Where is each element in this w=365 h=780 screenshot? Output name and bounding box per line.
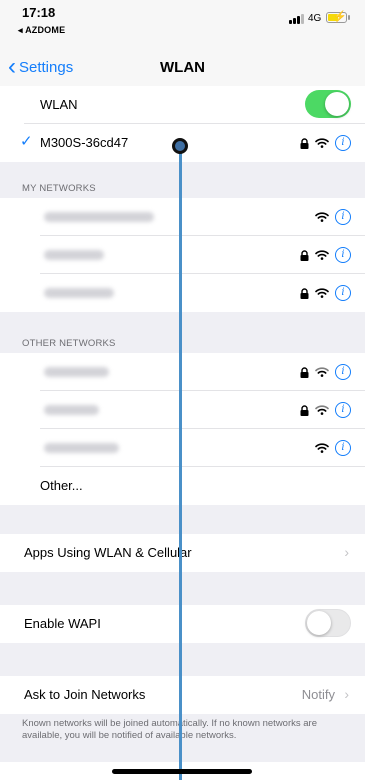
other-networks-header: OTHER NETWORKS <box>22 338 116 349</box>
wifi-icon <box>315 212 329 222</box>
ask-to-join-label: Ask to Join Networks <box>24 687 146 702</box>
info-icon[interactable]: i <box>335 209 351 225</box>
network-name-redacted <box>44 443 119 453</box>
network-type: 4G <box>308 13 322 24</box>
lock-icon <box>300 366 309 378</box>
pointer-dot <box>172 138 188 154</box>
other-networks-list: i i i Other... <box>0 353 365 505</box>
other-network-row[interactable]: Other... <box>0 467 365 505</box>
info-icon[interactable]: i <box>335 285 351 301</box>
enable-wapi-label: Enable WAPI <box>24 616 101 631</box>
status-bar: 17:18 ◂ AZDOME 4G ⚡ <box>0 0 365 44</box>
info-icon[interactable]: i <box>335 135 351 151</box>
wlan-toggle-row: WLAN <box>0 86 365 124</box>
info-icon[interactable]: i <box>335 440 351 456</box>
pointer-line <box>179 145 182 780</box>
connected-network-name: M300S-36cd47 <box>40 135 129 150</box>
apps-using-wlan-row[interactable]: Apps Using WLAN & Cellular › <box>0 534 365 572</box>
network-row[interactable]: i <box>0 198 365 236</box>
wifi-icon <box>315 405 329 415</box>
info-icon[interactable]: i <box>335 247 351 263</box>
ask-to-join-row[interactable]: Ask to Join Networks Notify › <box>0 676 365 714</box>
network-row[interactable]: i <box>0 236 365 274</box>
lock-icon <box>300 249 309 261</box>
ask-to-join-group: Ask to Join Networks Notify › <box>0 676 365 714</box>
wlan-toggle[interactable] <box>305 90 351 118</box>
network-row[interactable]: i <box>0 429 365 467</box>
wifi-icon <box>315 367 329 377</box>
wifi-icon <box>315 288 329 298</box>
ask-to-join-footnote: Known networks will be joined automatica… <box>22 718 317 741</box>
network-name-redacted <box>44 288 114 298</box>
info-icon[interactable]: i <box>335 364 351 380</box>
wifi-icon <box>315 250 329 260</box>
enable-wapi-toggle[interactable] <box>305 609 351 637</box>
lock-icon <box>300 287 309 299</box>
network-name-redacted <box>44 367 109 377</box>
home-indicator <box>112 769 252 774</box>
status-time: 17:18 <box>22 5 56 20</box>
lock-icon <box>300 137 309 149</box>
my-networks-header: MY NETWORKS <box>22 183 96 194</box>
network-name-redacted <box>44 212 154 222</box>
ask-to-join-value: Notify <box>301 687 335 702</box>
battery-cap <box>348 15 350 20</box>
chevron-right-icon: › <box>344 544 349 560</box>
network-row[interactable]: i <box>0 274 365 312</box>
other-network-label: Other... <box>40 478 83 493</box>
wlan-label: WLAN <box>40 97 78 112</box>
lock-icon <box>300 404 309 416</box>
wifi-icon <box>315 138 329 148</box>
chevron-right-icon: › <box>344 686 349 702</box>
navigation-bar: ‹ Settings WLAN <box>0 44 365 88</box>
apps-using-wlan-label: Apps Using WLAN & Cellular <box>24 545 192 560</box>
network-name-redacted <box>44 405 99 415</box>
my-networks-list: i i i <box>0 198 365 312</box>
cellular-signal-icon <box>289 14 305 24</box>
network-name-redacted <box>44 250 104 260</box>
network-row[interactable]: i <box>0 353 365 391</box>
network-row[interactable]: i <box>0 391 365 429</box>
info-icon[interactable]: i <box>335 402 351 418</box>
wapi-group: Enable WAPI <box>0 605 365 643</box>
wifi-icon <box>315 443 329 453</box>
back-to-app-link[interactable]: ◂ AZDOME <box>18 25 65 36</box>
page-title: WLAN <box>160 59 205 76</box>
enable-wapi-row: Enable WAPI <box>0 605 365 643</box>
apps-using-group: Apps Using WLAN & Cellular › <box>0 534 365 572</box>
battery-icon: ⚡ <box>326 11 347 23</box>
checkmark-icon: ✓ <box>20 133 33 150</box>
